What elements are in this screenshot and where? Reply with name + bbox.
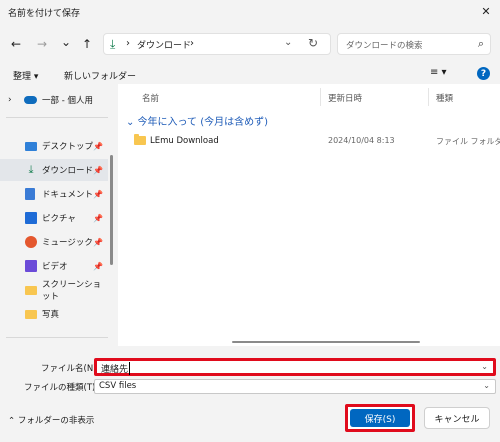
group-header[interactable]: ⌄ 今年に入って (今月は含めず) xyxy=(126,113,268,128)
sidebar-scrollbar[interactable] xyxy=(110,155,113,265)
refresh-icon[interactable]: ↻ xyxy=(308,36,318,50)
sidebar-item-documents[interactable]: ドキュメント 📌 xyxy=(0,183,108,205)
column-header-date[interactable]: 更新日時 xyxy=(328,92,362,104)
sidebar-item-videos[interactable]: ビデオ 📌 xyxy=(0,255,108,277)
sidebar-item-photos[interactable]: 写真 xyxy=(0,303,108,325)
sidebar-item-music[interactable]: ミュージック 📌 xyxy=(0,231,108,253)
breadcrumb-separator: › xyxy=(126,38,130,49)
file-date: 2024/10/04 8:13 xyxy=(328,136,395,145)
file-type: ファイル フォルダー xyxy=(436,137,500,146)
sidebar-item-label: ピクチャ xyxy=(42,214,76,224)
chevron-down-icon[interactable]: ⌄ xyxy=(284,37,292,48)
chevron-down-icon[interactable]: ⌄ xyxy=(483,381,490,390)
navigation-pane: › 一部 - 個人用 デスクトップ 📌 ⤓ ダウンロード 📌 ドキュメント 📌 … xyxy=(0,84,116,346)
forward-button[interactable]: → xyxy=(33,35,51,53)
sidebar-item-label: ミュージック xyxy=(42,238,93,248)
title-bar: 名前を付けて保存 ✕ xyxy=(0,0,500,24)
horizontal-scrollbar[interactable] xyxy=(232,341,420,343)
search-placeholder: ダウンロードの検索 xyxy=(346,41,423,51)
sidebar-item-label: ドキュメント xyxy=(42,190,94,200)
search-icon: ⌕ xyxy=(477,37,484,50)
filename-field[interactable]: 連絡先 ⌄ xyxy=(94,358,496,376)
address-bar[interactable]: ⤓ › ダウンロード › ⌄ ↻ xyxy=(103,33,331,55)
picture-icon xyxy=(25,212,37,224)
sidebar-item-label: デスクトップ xyxy=(42,142,94,152)
folder-icon xyxy=(25,285,37,295)
sidebar-item-onedrive[interactable]: › 一部 - 個人用 xyxy=(0,89,108,111)
filename-label: ファイル名(N): xyxy=(41,364,100,374)
save-button[interactable]: 保存(S) xyxy=(350,409,410,427)
view-options-button[interactable]: ≡ ▾ xyxy=(430,67,447,78)
sidebar-item-screenshots[interactable]: スクリーンショット xyxy=(0,279,108,302)
cloud-icon xyxy=(24,96,37,104)
column-header-type[interactable]: 種類 xyxy=(436,92,453,104)
column-divider[interactable] xyxy=(320,88,321,106)
save-button-highlight: 保存(S) xyxy=(345,404,415,432)
pin-icon[interactable]: 📌 xyxy=(93,214,103,223)
back-button[interactable]: ← xyxy=(7,35,25,53)
filetype-value: CSV files xyxy=(99,381,137,391)
pin-icon[interactable]: 📌 xyxy=(93,238,103,247)
chevron-right-icon[interactable]: › xyxy=(8,95,12,105)
filetype-label: ファイルの種類(T): xyxy=(24,383,99,393)
chevron-down-icon[interactable]: ⌄ xyxy=(481,362,488,371)
pin-icon[interactable]: 📌 xyxy=(93,142,103,151)
chevron-down-icon: ⌄ xyxy=(60,35,72,49)
folder-icon xyxy=(134,134,146,145)
column-header-name[interactable]: 名前 xyxy=(142,92,159,104)
folder-icon xyxy=(25,309,37,319)
arrow-left-icon: ← xyxy=(10,37,22,51)
table-row[interactable]: LEmu Download 2024/10/04 8:13 ファイル フォルダー xyxy=(118,132,500,152)
arrow-up-icon: ↑ xyxy=(81,37,93,51)
sidebar-item-label: 一部 - 個人用 xyxy=(42,96,93,106)
sidebar-item-label: ビデオ xyxy=(42,262,68,272)
cancel-button[interactable]: キャンセル xyxy=(424,407,490,429)
video-icon xyxy=(25,260,37,272)
music-icon xyxy=(25,236,37,248)
sidebar-item-label: スクリーンショット xyxy=(42,280,102,302)
document-icon xyxy=(25,188,35,200)
sidebar-item-label: ダウンロード xyxy=(42,166,94,176)
hide-folders-button[interactable]: ⌃ フォルダーの非表示 xyxy=(8,414,94,426)
close-icon: ✕ xyxy=(481,4,491,18)
file-list: 名前 更新日時 種類 ⌄ 今年に入って (今月は含めず) LEmu Downlo… xyxy=(118,84,500,346)
divider xyxy=(6,337,108,338)
help-icon[interactable]: ? xyxy=(477,67,490,80)
breadcrumb-separator[interactable]: › xyxy=(190,38,194,49)
sidebar-item-pictures[interactable]: ピクチャ 📌 xyxy=(0,207,108,229)
column-divider[interactable] xyxy=(428,88,429,106)
file-name: LEmu Download xyxy=(150,136,219,146)
arrow-right-icon: → xyxy=(36,37,48,51)
sidebar-item-label: 写真 xyxy=(42,310,60,320)
pin-icon[interactable]: 📌 xyxy=(93,166,103,175)
divider xyxy=(6,117,108,118)
breadcrumb-downloads[interactable]: ダウンロード xyxy=(137,38,191,51)
download-icon: ⤓ xyxy=(28,163,34,176)
close-button[interactable]: ✕ xyxy=(472,0,500,22)
pin-icon[interactable]: 📌 xyxy=(93,190,103,199)
sidebar-item-desktop[interactable]: デスクトップ 📌 xyxy=(0,135,108,157)
organize-menu[interactable]: 整理 ▾ xyxy=(13,69,38,82)
window-title: 名前を付けて保存 xyxy=(8,9,81,19)
pin-icon[interactable]: 📌 xyxy=(93,262,103,271)
new-folder-button[interactable]: 新しいフォルダー xyxy=(64,69,136,82)
download-icon: ⤓ xyxy=(110,37,116,51)
up-button[interactable]: ↑ xyxy=(78,35,96,53)
filetype-select[interactable]: CSV files ⌄ xyxy=(94,379,496,394)
sidebar-item-downloads[interactable]: ⤓ ダウンロード 📌 xyxy=(0,159,108,181)
desktop-icon xyxy=(25,141,37,151)
recent-locations-button[interactable]: ⌄ xyxy=(57,33,75,51)
search-input[interactable]: ダウンロードの検索 ⌕ xyxy=(337,33,491,55)
filename-value: 連絡先 xyxy=(101,362,131,375)
